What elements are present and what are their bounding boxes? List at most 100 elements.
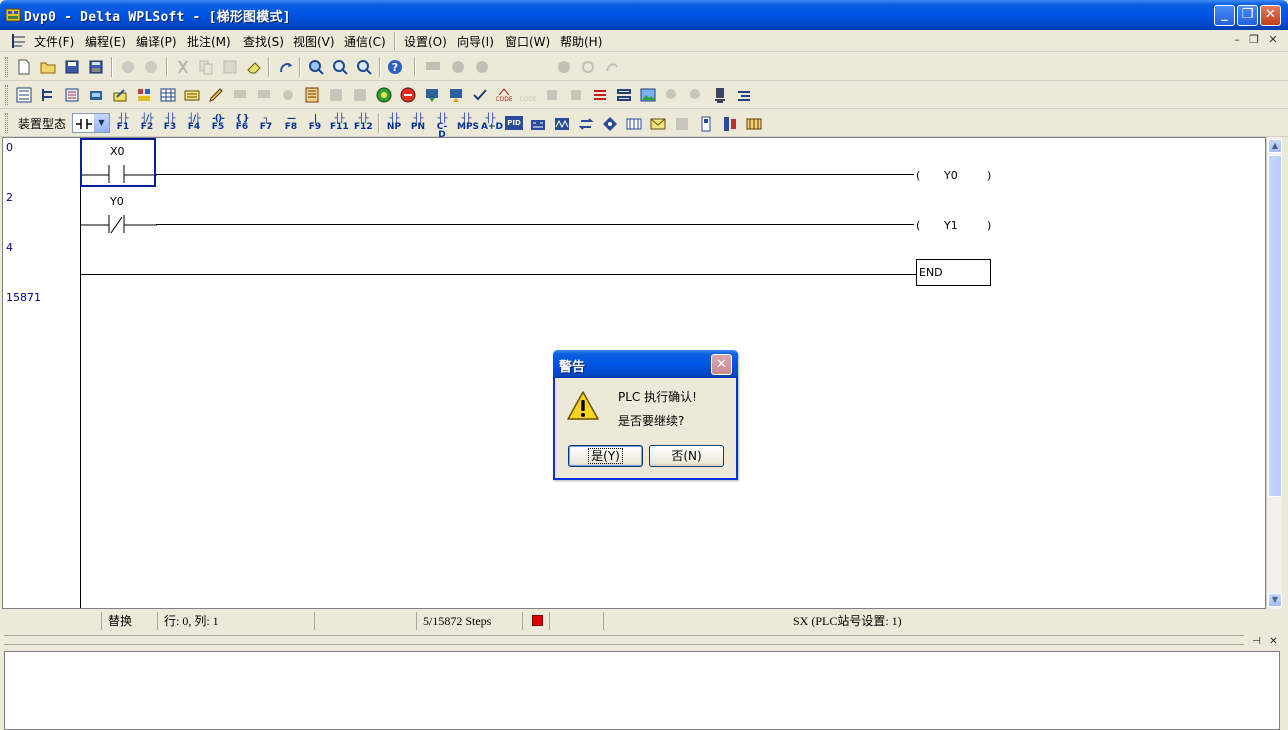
fkey-f2[interactable]: ┤/├ F2 [138, 115, 156, 132]
vertical-scrollbar[interactable]: ▲ ▼ [1266, 137, 1282, 609]
scroll-down-icon[interactable]: ▼ [1268, 593, 1282, 607]
menu-wizard[interactable]: 向导(I) [457, 33, 494, 50]
network-icon[interactable] [616, 87, 632, 103]
bus-icon[interactable] [592, 87, 608, 103]
force-icon[interactable] [280, 87, 296, 103]
sensor-icon[interactable] [712, 87, 728, 103]
minimize-icon[interactable]: _ [1214, 5, 1235, 26]
pane-gripper[interactable] [4, 635, 1244, 645]
coil-device-name[interactable]: Y1 [944, 219, 958, 232]
fkey-f4[interactable]: ┤/├ F4 [185, 115, 203, 132]
keyboard-icon[interactable] [184, 87, 200, 103]
close-icon[interactable]: ✕ [1260, 5, 1281, 26]
stop-plc-icon[interactable] [400, 87, 416, 103]
mdi-restore-icon[interactable]: ❐ [1247, 34, 1261, 48]
menu-communication[interactable]: 通信(C) [344, 33, 386, 50]
table-icon[interactable] [160, 87, 176, 103]
comm-setting-icon[interactable] [88, 87, 104, 103]
save-icon[interactable] [64, 59, 80, 75]
waveform-icon[interactable] [554, 116, 570, 132]
ladder-doc-icon[interactable] [10, 32, 28, 50]
device-comment-icon[interactable] [136, 87, 152, 103]
refresh-icon[interactable] [580, 59, 596, 75]
title-bar[interactable]: Dvp0 - Delta WPLSoft - [梯形图模式] _ ❐ ✕ [0, 0, 1288, 30]
fkey-f12[interactable]: ┤├ F12 [354, 115, 373, 132]
restore-icon[interactable]: ❐ [1237, 5, 1258, 26]
menu-compile[interactable]: 编译(P) [136, 33, 177, 50]
trace-icon[interactable] [352, 87, 368, 103]
fkey-f9[interactable]: | F9 [306, 115, 324, 132]
redo-icon[interactable] [143, 59, 159, 75]
pane-pin-icon[interactable]: ⊣ [1250, 636, 1263, 649]
normally-closed-contact[interactable] [81, 213, 157, 233]
fkey-f5[interactable]: -()- F5 [209, 115, 227, 132]
ad-button[interactable]: ┤├ A+D [481, 115, 503, 132]
register-edit-icon[interactable] [328, 87, 344, 103]
toolbar-grip[interactable] [5, 113, 8, 133]
app-icon[interactable] [5, 7, 21, 23]
toolbar-grip[interactable] [5, 85, 8, 105]
undo-icon[interactable] [120, 59, 136, 75]
menu-window[interactable]: 窗口(W) [505, 33, 550, 50]
run-icon[interactable] [604, 59, 620, 75]
diamond-icon[interactable] [602, 116, 618, 132]
end-instruction[interactable]: END [916, 259, 991, 286]
yes-button[interactable]: 是(Y) [568, 445, 643, 467]
menu-view[interactable]: 视图(V) [293, 33, 335, 50]
plc-unit-icon[interactable] [698, 116, 714, 132]
menu-file[interactable]: 文件(F) [34, 33, 74, 50]
pc-plc-icon[interactable] [544, 87, 560, 103]
code-disabled-icon[interactable]: CODE [520, 87, 536, 103]
zoom-out-icon[interactable] [356, 59, 372, 75]
upload-icon[interactable] [424, 87, 440, 103]
fkey-f11[interactable]: ┤├ F11 [330, 115, 349, 132]
save-all-icon[interactable] [88, 59, 104, 75]
np-button[interactable]: ┤├ NP [385, 115, 403, 132]
menu-settings[interactable]: 设置(O) [404, 33, 447, 50]
new-file-icon[interactable] [16, 59, 32, 75]
download-icon[interactable] [448, 87, 464, 103]
device-set-icon[interactable] [232, 87, 248, 103]
device-monitor-icon[interactable] [450, 59, 466, 75]
rack-icon[interactable] [746, 116, 762, 132]
write-icon[interactable] [208, 87, 224, 103]
device-type-combo[interactable]: ▼ [72, 113, 110, 133]
device-reset-icon[interactable] [256, 87, 272, 103]
fkey-f8[interactable]: — F8 [282, 115, 300, 132]
chevron-down-icon[interactable]: ▼ [94, 114, 109, 132]
menu-comment[interactable]: 批注(M) [187, 33, 231, 50]
mps-button[interactable]: ┤├ MPS [457, 115, 479, 132]
stop-icon[interactable] [556, 59, 572, 75]
cd-button[interactable]: ┤├ C-D [433, 115, 451, 140]
io-module-icon[interactable] [722, 116, 738, 132]
help-icon[interactable]: ? [387, 59, 403, 75]
edit-comment-icon[interactable] [112, 87, 128, 103]
open-folder-icon[interactable] [40, 59, 56, 75]
coil-device-name[interactable]: Y0 [944, 169, 958, 182]
monitor-icon[interactable] [425, 59, 441, 75]
dialog-title-bar[interactable]: 警告 ✕ [553, 350, 738, 378]
fkey-f7[interactable]: ┐ F7 [257, 115, 275, 132]
fkey-f3[interactable]: ┤├ F3 [161, 115, 179, 132]
cut-icon[interactable] [175, 59, 191, 75]
mdi-minimize-icon[interactable]: – [1230, 34, 1244, 48]
ladder-mode-icon[interactable] [16, 87, 32, 103]
io-map-icon[interactable] [674, 116, 690, 132]
pc-plc-compare-icon[interactable] [568, 87, 584, 103]
scroll-up-icon[interactable]: ▲ [1268, 139, 1282, 153]
align-icon[interactable] [736, 87, 752, 103]
no-button[interactable]: 否(N) [649, 445, 724, 467]
loop-icon[interactable] [578, 116, 594, 132]
jump-icon[interactable] [278, 59, 294, 75]
code-icon[interactable]: CODE [496, 87, 512, 103]
cell-cursor[interactable] [80, 138, 156, 187]
menu-help[interactable]: 帮助(H) [560, 33, 602, 50]
info-icon[interactable] [474, 59, 490, 75]
zoom-icon[interactable] [308, 59, 324, 75]
pid-button[interactable]: PID [505, 116, 523, 130]
search-online-icon[interactable] [664, 87, 680, 103]
paste-icon[interactable] [222, 59, 238, 75]
sfc-mode-icon[interactable] [40, 87, 56, 103]
instruction-mode-icon[interactable] [64, 87, 80, 103]
zoom-in-icon[interactable] [332, 59, 348, 75]
